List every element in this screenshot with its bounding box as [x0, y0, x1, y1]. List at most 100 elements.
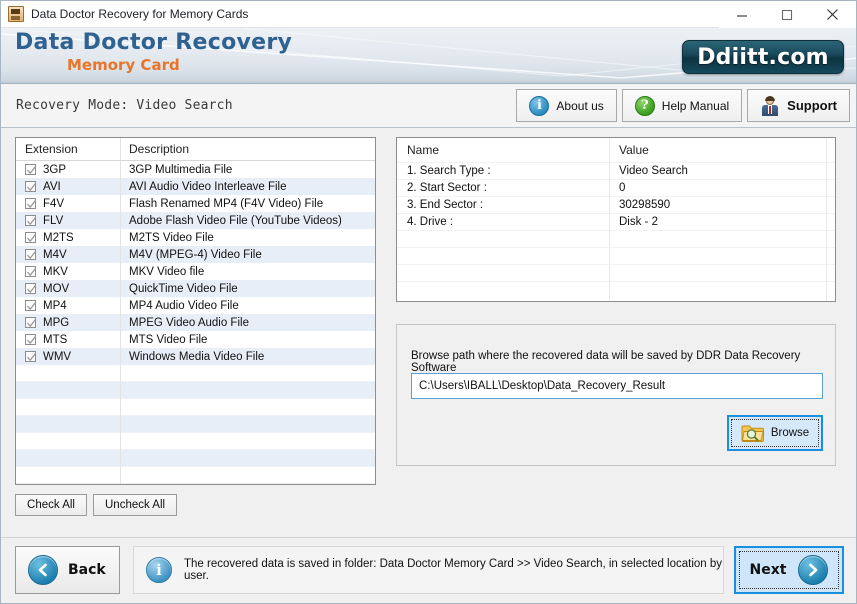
checkbox[interactable]: [25, 334, 36, 345]
info-row-empty: [397, 264, 835, 281]
chevron-right-circle-icon: [798, 555, 829, 585]
extension-cell: MKV: [16, 266, 120, 278]
question-icon: ?: [634, 95, 655, 116]
table-row[interactable]: MTS MTS Video File: [16, 331, 375, 348]
brand-lockup: Data Doctor Recovery Memory Card: [15, 30, 292, 74]
title-bar: Data Doctor Recovery for Memory Cards: [1, 1, 856, 28]
extension-panel: Extension Description 3GP 3GP Multimedia …: [15, 137, 376, 516]
description-cell: QuickTime Video File: [129, 282, 238, 295]
check-all-button[interactable]: Check All: [15, 494, 87, 516]
person-icon: [760, 95, 780, 116]
table-row-empty: [16, 450, 375, 467]
table-row[interactable]: MKV MKV Video file: [16, 263, 375, 280]
window-title: Data Doctor Recovery for Memory Cards: [31, 7, 249, 21]
extension-cell: MP4: [16, 300, 120, 312]
minimize-icon[interactable]: [719, 1, 764, 28]
column-header-name: Name: [407, 143, 440, 157]
checkbox[interactable]: [25, 266, 36, 277]
help-manual-label: Help Manual: [661, 98, 730, 113]
description-cell: AVI Audio Video Interleave File: [129, 180, 287, 193]
info-row-value: Video Search: [619, 165, 688, 177]
info-row-value: Disk - 2: [619, 216, 658, 228]
checkbox[interactable]: [25, 232, 36, 243]
extension-label: 3GP: [43, 163, 67, 176]
table-row[interactable]: 3GP 3GP Multimedia File: [16, 161, 375, 178]
info-row: 3. End Sector : 30298590: [397, 196, 835, 213]
description-cell: MKV Video file: [129, 265, 205, 278]
window-controls: [719, 1, 856, 28]
table-row[interactable]: FLV Adobe Flash Video File (YouTube Video…: [16, 212, 375, 229]
main-content: Extension Description 3GP 3GP Multimedia …: [1, 128, 856, 537]
details-panel: Name Value 1. Search Type : Video Search 2…: [396, 137, 836, 466]
checkbox[interactable]: [25, 215, 36, 226]
info-row: 2. Start Sector : 0: [397, 179, 835, 196]
table-row[interactable]: MOV QuickTime Video File: [16, 280, 375, 297]
brand-subtitle: Memory Card: [67, 56, 180, 74]
uncheck-all-button[interactable]: Uncheck All: [93, 494, 178, 516]
support-button[interactable]: Support: [747, 89, 850, 122]
checkbox[interactable]: [25, 317, 36, 328]
application-window: Data Doctor Recovery for Memory Cards Da…: [0, 0, 857, 604]
help-manual-button[interactable]: ? Help Manual: [621, 89, 743, 122]
path-input[interactable]: C:\Users\IBALL\Desktop\Data_Recovery_Res…: [411, 373, 823, 399]
extension-cell: MOV: [16, 283, 120, 295]
extension-label: M4V: [43, 248, 67, 261]
extension-rows: 3GP 3GP Multimedia File AVI AVI Audio Video…: [16, 161, 375, 484]
description-cell: MP4 Audio Video File: [129, 299, 239, 312]
table-row-empty: [16, 416, 375, 433]
column-header-extension: Extension: [25, 142, 78, 156]
checkbox[interactable]: [25, 283, 36, 294]
support-label: Support: [787, 98, 837, 113]
recovery-mode-bar: Recovery Mode: Video Search i About us ?…: [1, 84, 856, 128]
table-row-empty: [16, 467, 375, 484]
about-us-label: About us: [556, 98, 604, 113]
table-row[interactable]: MP4 MP4 Audio Video File: [16, 297, 375, 314]
table-row-empty: [16, 433, 375, 450]
description-cell: Flash Renamed MP4 (F4V Video) File: [129, 197, 324, 210]
back-label: Back: [68, 562, 106, 578]
description-cell: Adobe Flash Video File (YouTube Videos): [129, 214, 342, 227]
info-row-empty: [397, 247, 835, 264]
checkbox[interactable]: [25, 351, 36, 362]
browse-button[interactable]: Browse: [727, 415, 823, 451]
table-row-empty: [16, 382, 375, 399]
list-action-buttons: Check All Uncheck All: [15, 494, 376, 516]
checkbox[interactable]: [25, 249, 36, 260]
extension-label: MP4: [43, 299, 67, 312]
back-button[interactable]: Back: [15, 546, 120, 594]
info-row-name: 3. End Sector :: [407, 199, 484, 211]
extension-list[interactable]: Extension Description 3GP 3GP Multimedia …: [15, 137, 376, 485]
maximize-icon[interactable]: [764, 1, 809, 28]
table-row[interactable]: AVI AVI Audio Video Interleave File: [16, 178, 375, 195]
table-row[interactable]: M2TS M2TS Video File: [16, 229, 375, 246]
site-logo-text: Ddiitt.com: [697, 44, 829, 70]
table-row[interactable]: F4V Flash Renamed MP4 (F4V Video) File: [16, 195, 375, 212]
extension-cell: 3GP: [16, 164, 120, 176]
status-bar: i The recovered data is saved in folder:…: [133, 546, 724, 594]
table-row[interactable]: WMV Windows Media Video File: [16, 348, 375, 365]
next-button[interactable]: Next: [734, 546, 844, 594]
table-row-empty: [16, 365, 375, 382]
recovery-mode-label: Recovery Mode: Video Search: [16, 98, 233, 113]
description-cell: MPEG Video Audio File: [129, 316, 249, 329]
checkbox[interactable]: [25, 198, 36, 209]
info-row: 4. Drive : Disk - 2: [397, 213, 835, 230]
about-us-button[interactable]: i About us: [516, 89, 617, 122]
description-cell: M4V (MPEG-4) Video File: [129, 248, 262, 261]
site-logo[interactable]: Ddiitt.com: [682, 40, 844, 74]
extension-cell: M2TS: [16, 232, 120, 244]
info-right-divider: [826, 138, 827, 301]
table-row[interactable]: MPG MPEG Video Audio File: [16, 314, 375, 331]
extension-label: FLV: [43, 214, 64, 227]
column-header-value: Value: [619, 143, 649, 157]
checkbox[interactable]: [25, 164, 36, 175]
extension-list-header: Extension Description: [16, 138, 375, 161]
close-icon[interactable]: [809, 1, 856, 28]
checkbox[interactable]: [25, 300, 36, 311]
info-table-rows: 1. Search Type : Video Search 2. Start Sec…: [397, 162, 835, 298]
checkbox[interactable]: [25, 181, 36, 192]
info-row-name: 4. Drive :: [407, 216, 454, 228]
info-row-empty: [397, 281, 835, 298]
status-message: The recovered data is saved in folder: D…: [184, 558, 723, 582]
table-row[interactable]: M4V M4V (MPEG-4) Video File: [16, 246, 375, 263]
